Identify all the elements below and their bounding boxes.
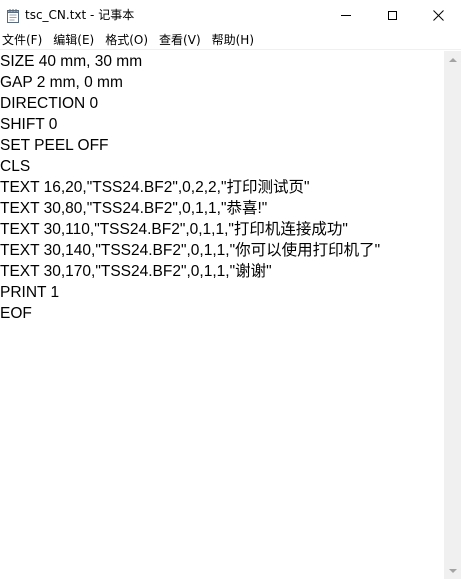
editor-line: TEXT 30,80,"TSS24.BF2",0,1,1,"恭喜!" <box>0 200 268 217</box>
editor-line: DIRECTION 0 <box>0 95 99 112</box>
menu-edit[interactable]: 编辑(E) <box>51 31 100 49</box>
text-editor[interactable]: SIZE 40 mm, 30 mm GAP 2 mm, 0 mm DIRECTI… <box>0 51 444 579</box>
menu-format[interactable]: 格式(O) <box>103 31 154 49</box>
scroll-up-button[interactable] <box>444 51 461 68</box>
vertical-scrollbar[interactable] <box>444 51 461 579</box>
arrow-up-icon <box>448 57 457 62</box>
editor-line: TEXT 30,140,"TSS24.BF2",0,1,1,"你可以使用打印机了… <box>0 242 381 259</box>
minimize-button[interactable] <box>323 0 369 30</box>
editor-line: PRINT 1 <box>0 284 60 301</box>
window-title: tsc_CN.txt - 记事本 <box>25 8 135 22</box>
menu-file[interactable]: 文件(F) <box>0 31 48 49</box>
editor-line: TEXT 16,20,"TSS24.BF2",0,2,2,"打印测试页" <box>0 179 310 196</box>
editor-line: SIZE 40 mm, 30 mm <box>0 53 143 70</box>
menu-help[interactable]: 帮助(H) <box>210 31 260 49</box>
editor-line: TEXT 30,110,"TSS24.BF2",0,1,1,"打印机连接成功" <box>0 221 348 238</box>
maximize-icon <box>387 10 397 20</box>
arrow-down-icon <box>448 568 457 573</box>
editor-line: CLS <box>0 158 31 175</box>
notepad-window: tsc_CN.txt - 记事本 文件(F) 编辑(E) 格式(O) 查看(V)… <box>0 0 461 579</box>
editor-line: EOF <box>0 305 32 322</box>
menu-bar: 文件(F) 编辑(E) 格式(O) 查看(V) 帮助(H) <box>0 30 461 50</box>
close-button[interactable] <box>415 0 461 30</box>
close-icon <box>432 6 444 25</box>
scroll-down-button[interactable] <box>444 562 461 579</box>
notepad-icon <box>7 8 19 23</box>
maximize-button[interactable] <box>369 0 415 30</box>
menu-view[interactable]: 查看(V) <box>157 31 207 49</box>
editor-line: TEXT 30,170,"TSS24.BF2",0,1,1,"谢谢" <box>0 263 272 280</box>
title-bar[interactable]: tsc_CN.txt - 记事本 <box>0 0 461 30</box>
editor-line: SHIFT 0 <box>0 116 58 133</box>
minimize-icon <box>341 14 351 16</box>
editor-line: SET PEEL OFF <box>0 137 109 154</box>
editor-line: GAP 2 mm, 0 mm <box>0 74 123 91</box>
